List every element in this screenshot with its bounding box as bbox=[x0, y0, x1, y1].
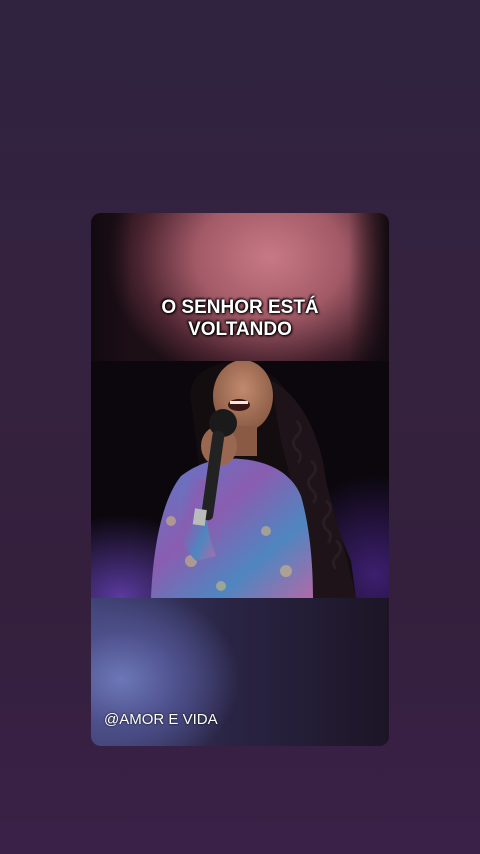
screen: { "post": { "caption_line1": "O SENHOR E… bbox=[0, 0, 480, 854]
channel-handle[interactable]: @AMOR E VIDA bbox=[104, 711, 218, 728]
caption-line-1: O SENHOR ESTÁ bbox=[161, 297, 319, 318]
video-card[interactable]: O SENHOR ESTÁ VOLTANDO @AMOR E VIDA bbox=[91, 213, 389, 746]
caption-line-2: VOLTANDO bbox=[188, 319, 292, 340]
video-frame[interactable] bbox=[91, 361, 389, 598]
singer-illustration bbox=[151, 361, 356, 598]
video-caption: O SENHOR ESTÁ VOLTANDO bbox=[91, 297, 389, 341]
